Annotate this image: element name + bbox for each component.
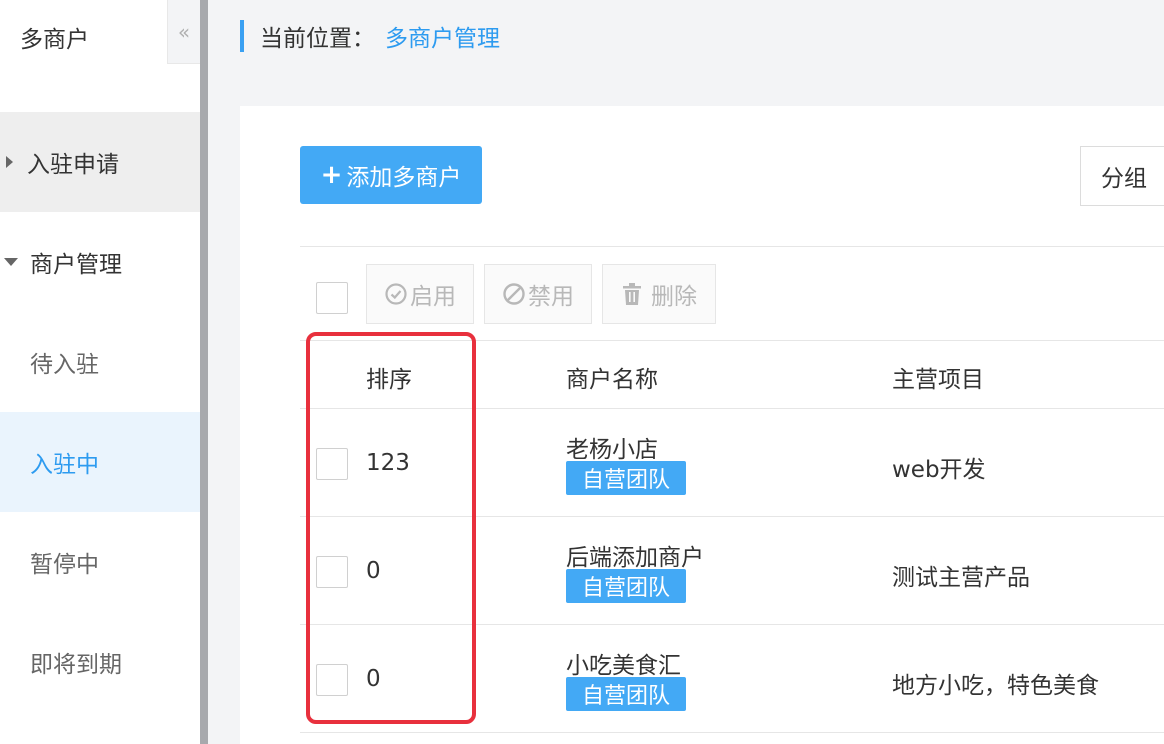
sidebar-item-active[interactable]: 入驻中	[0, 412, 200, 512]
menu-group-apply[interactable]: 入驻申请	[0, 112, 200, 212]
sidebar-item-label: 入驻中	[30, 452, 99, 478]
menu-group-label: 入驻申请	[27, 152, 119, 178]
caret-down-icon	[4, 258, 18, 266]
check-circle-icon	[385, 283, 407, 305]
menu-group-label: 商户管理	[30, 252, 122, 278]
add-merchant-label: 添加多商户	[346, 165, 462, 191]
sidebar-item-expiring[interactable]: 即将到期	[0, 612, 200, 712]
merchant-tag: 自营团队	[566, 461, 687, 495]
sidebar-item-label: 暂停中	[30, 552, 99, 578]
column-header-merchant-name: 商户名称	[566, 367, 658, 393]
breadcrumb-prefix: 当前位置：	[260, 26, 375, 52]
ban-icon	[503, 283, 525, 305]
content-card: + 添加多商户 分组 启用 禁用 删除 排序 商户名称 主营项目 123 老杨小…	[240, 106, 1164, 744]
merchant-tag: 自营团队	[566, 569, 687, 603]
enable-button[interactable]: 启用	[366, 264, 474, 324]
divider	[300, 340, 1164, 341]
group-label: 分组	[1101, 166, 1147, 192]
sort-value[interactable]: 0	[366, 558, 381, 584]
merchant-name: 老杨小店	[566, 437, 658, 463]
select-all-checkbox[interactable]	[316, 282, 348, 314]
business-value: web开发	[892, 457, 986, 483]
merchant-name: 小吃美食汇	[566, 653, 681, 679]
merchant-tag: 自营团队	[566, 677, 687, 711]
breadcrumb: 当前位置： 多商户管理	[240, 20, 500, 52]
business-value: 测试主营产品	[892, 565, 1030, 591]
sort-value[interactable]: 123	[366, 450, 410, 476]
caret-right-icon	[6, 156, 13, 168]
column-header-sort[interactable]: 排序	[366, 360, 412, 394]
trash-icon	[623, 283, 641, 305]
sidebar: 多商户 « 入驻申请 商户管理 待入驻 入驻中 暂停中 即将到期	[0, 0, 200, 744]
breadcrumb-current[interactable]: 多商户管理	[385, 19, 500, 53]
group-select[interactable]: 分组	[1080, 146, 1164, 206]
disable-label: 禁用	[528, 284, 574, 310]
row-checkbox[interactable]	[316, 556, 348, 588]
menu-group-merchant-manage[interactable]: 商户管理	[0, 212, 200, 312]
enable-label: 启用	[410, 284, 456, 310]
divider	[300, 246, 1164, 247]
delete-button[interactable]: 删除	[602, 264, 716, 324]
add-merchant-button[interactable]: + 添加多商户	[300, 146, 482, 204]
column-header-business: 主营项目	[892, 367, 984, 393]
sidebar-title: 多商户	[20, 27, 89, 53]
double-chevron-left-icon: «	[177, 19, 191, 44]
sidebar-item-pending[interactable]: 待入驻	[0, 312, 200, 412]
row-checkbox[interactable]	[316, 664, 348, 696]
sidebar-item-paused[interactable]: 暂停中	[0, 512, 200, 612]
divider	[300, 732, 1164, 733]
business-value: 地方小吃，特色美食	[892, 673, 1099, 699]
sidebar-header: 多商户 «	[0, 0, 200, 66]
row-checkbox[interactable]	[316, 448, 348, 480]
divider	[300, 408, 1164, 409]
sort-value[interactable]: 0	[366, 666, 381, 692]
sidebar-item-label: 待入驻	[30, 352, 99, 378]
divider	[300, 516, 1164, 517]
collapse-sidebar-button[interactable]: «	[167, 0, 200, 64]
sidebar-resize-handle[interactable]	[200, 0, 208, 744]
sidebar-item-label: 即将到期	[30, 652, 122, 678]
merchant-name: 后端添加商户	[566, 545, 704, 571]
delete-label: 删除	[651, 284, 697, 310]
divider	[300, 624, 1164, 625]
disable-button[interactable]: 禁用	[484, 264, 592, 324]
plus-icon: +	[320, 160, 343, 190]
